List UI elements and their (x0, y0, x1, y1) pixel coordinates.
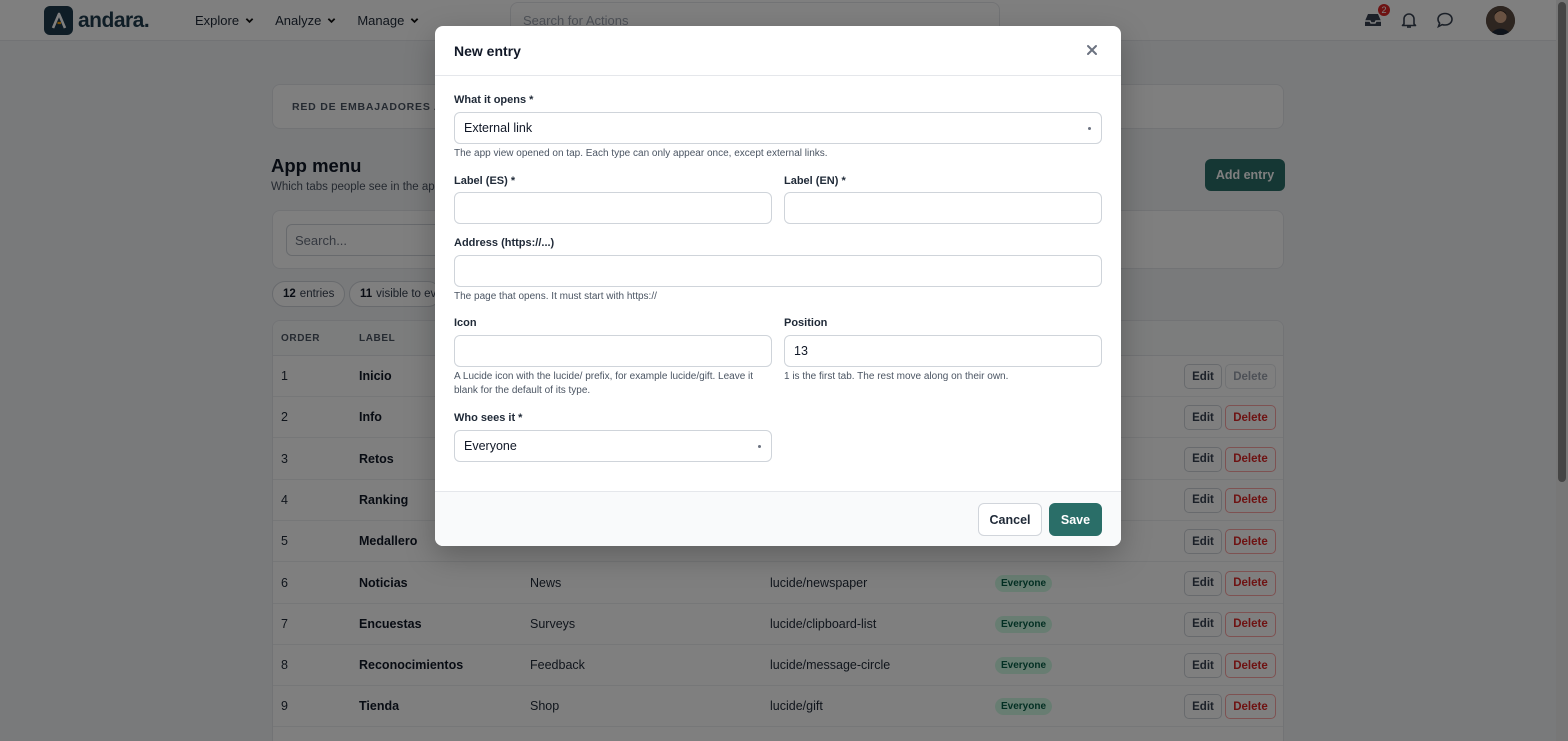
close-icon[interactable] (1085, 43, 1099, 57)
what-opens-select[interactable]: External link (454, 112, 1102, 144)
address-label: Address (https://...) (454, 237, 555, 249)
dialog-header: New entry (435, 26, 1121, 76)
address-help: The page that opens. It must start with … (454, 291, 657, 302)
icon-help: A Lucide icon with the lucide/ prefix, f… (454, 371, 754, 396)
position-input[interactable] (784, 335, 1102, 367)
dialog-footer: Cancel Save (435, 491, 1121, 546)
dialog-title: New entry (454, 43, 521, 59)
save-button[interactable]: Save (1049, 503, 1102, 536)
who-sees-select[interactable]: Everyone (454, 430, 772, 462)
cancel-button[interactable]: Cancel (978, 503, 1042, 536)
who-sees-value: Everyone (464, 439, 517, 453)
new-entry-dialog: New entry What it opens * External link … (435, 26, 1121, 546)
what-opens-value: External link (464, 121, 533, 135)
label-en-label: Label (EN) * (784, 175, 846, 187)
select-caret-icon (1088, 127, 1091, 130)
label-es-label: Label (ES) * (454, 175, 516, 187)
position-label: Position (784, 317, 828, 329)
icon-input[interactable] (454, 335, 772, 367)
select-caret-icon (758, 445, 761, 448)
position-help: 1 is the first tab. The rest move along … (784, 371, 1009, 382)
who-sees-label: Who sees it * (454, 412, 523, 424)
what-opens-help: The app view opened on tap. Each type ca… (454, 148, 828, 159)
label-es-input[interactable] (454, 192, 772, 224)
what-opens-label: What it opens * (454, 94, 534, 106)
label-en-input[interactable] (784, 192, 1102, 224)
icon-label: Icon (454, 317, 477, 329)
address-input[interactable] (454, 255, 1102, 287)
